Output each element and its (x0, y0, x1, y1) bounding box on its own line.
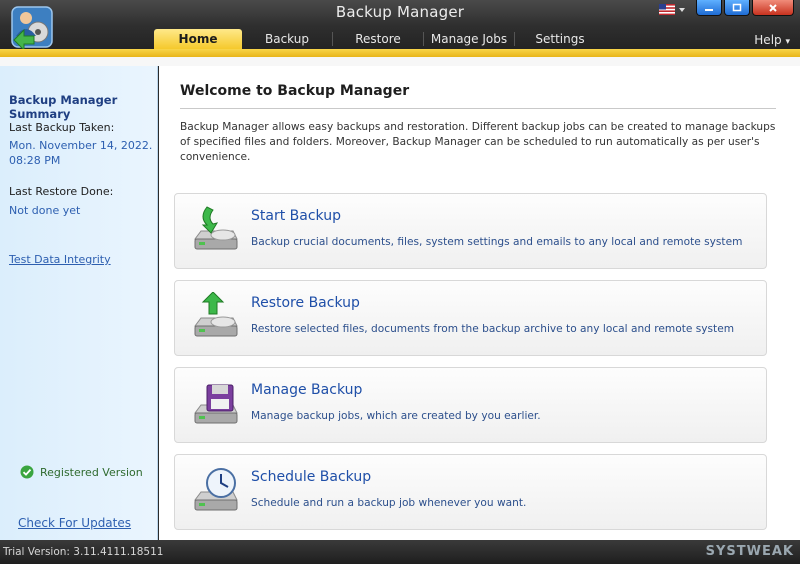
last-restore-value: Not done yet (9, 204, 81, 217)
help-label: Help (754, 33, 782, 47)
last-backup-date: Mon. November 14, 2022. (9, 139, 153, 152)
schedule-backup-card[interactable]: Schedule Backup Schedule and run a backu… (174, 454, 767, 530)
registered-status: Registered Version (20, 465, 143, 479)
tab-home[interactable]: Home (154, 29, 242, 49)
summary-sidebar: Backup Manager Summary Last Backup Taken… (0, 66, 158, 540)
restore-backup-icon (194, 292, 238, 337)
main-panel: Welcome to Backup Manager Backup Manager… (159, 66, 800, 540)
minimize-icon (705, 8, 713, 11)
close-button[interactable] (752, 0, 794, 16)
schedule-backup-title: Schedule Backup (251, 469, 372, 485)
welcome-description: Backup Manager allows easy backups and r… (180, 121, 776, 163)
check-circle-icon (20, 465, 34, 479)
check-for-updates-link[interactable]: Check For Updates (18, 516, 131, 530)
title-divider (180, 108, 776, 109)
language-selector[interactable] (659, 3, 686, 16)
page-title: Welcome to Backup Manager (180, 83, 410, 99)
chevron-down-icon (679, 7, 685, 12)
help-chevron-icon: ▾ (785, 37, 790, 47)
tab-backup[interactable]: Backup (242, 29, 332, 49)
window-controls (659, 0, 794, 16)
minimize-button[interactable] (696, 0, 722, 16)
tab-manage-jobs[interactable]: Manage Jobs (424, 29, 514, 49)
help-menu[interactable]: Help ▾ (754, 33, 790, 47)
trial-version-text: Trial Version: 3.11.4111.18511 (3, 546, 164, 558)
maximize-icon (732, 3, 742, 11)
us-flag-icon (659, 4, 675, 15)
schedule-backup-desc: Schedule and run a backup job whenever y… (251, 497, 527, 509)
manage-backup-desc: Manage backup jobs, which are created by… (251, 410, 541, 422)
maximize-button[interactable] (724, 0, 750, 16)
close-icon (769, 3, 777, 12)
last-restore-label: Last Restore Done: (9, 185, 114, 198)
start-backup-icon (194, 206, 238, 250)
tab-strip (0, 49, 800, 57)
manage-backup-card[interactable]: Manage Backup Manage backup jobs, which … (174, 367, 767, 443)
restore-backup-desc: Restore selected files, documents from t… (251, 323, 735, 335)
start-backup-title: Start Backup (251, 208, 341, 224)
schedule-backup-icon (194, 468, 238, 511)
start-backup-card[interactable]: Start Backup Backup crucial documents, f… (174, 193, 767, 269)
tab-settings[interactable]: Settings (515, 29, 605, 49)
last-backup-label: Last Backup Taken: (9, 121, 115, 134)
restore-backup-title: Restore Backup (251, 295, 360, 311)
last-backup-time: 08:28 PM (9, 154, 61, 167)
test-data-integrity-link[interactable]: Test Data Integrity (9, 253, 111, 266)
tab-restore[interactable]: Restore (333, 29, 423, 49)
manage-backup-icon (194, 384, 238, 424)
summary-title: Backup Manager Summary (9, 93, 118, 121)
content-frame (0, 57, 800, 66)
registered-label: Registered Version (40, 465, 143, 479)
watermark: SYSTWEAK (705, 544, 794, 559)
status-bar: Trial Version: 3.11.4111.18511 SYSTWEAK (0, 540, 800, 564)
start-backup-desc: Backup crucial documents, files, system … (251, 236, 743, 248)
manage-backup-title: Manage Backup (251, 382, 363, 398)
restore-backup-card[interactable]: Restore Backup Restore selected files, d… (174, 280, 767, 356)
main-tabs: Home Backup Restore Manage Jobs Settings (154, 29, 605, 49)
